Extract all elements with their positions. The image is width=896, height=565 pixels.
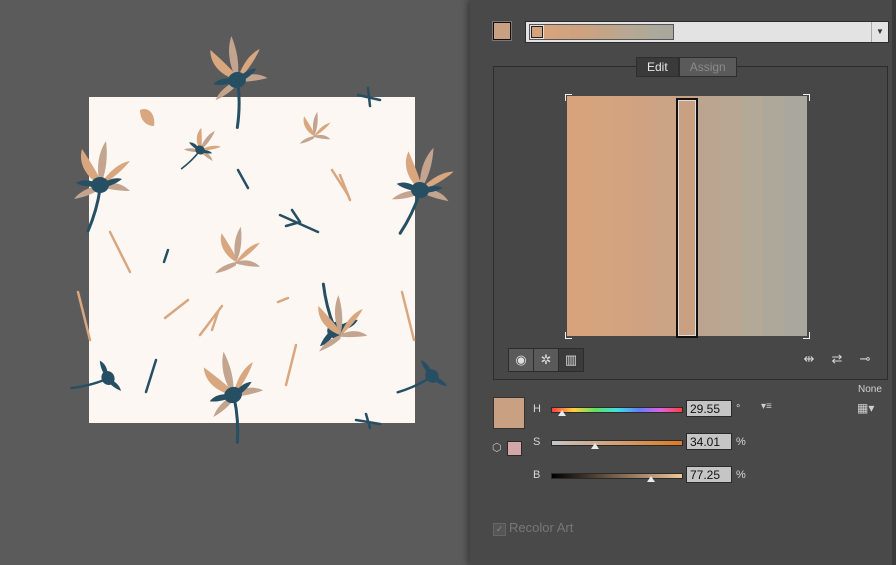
- group-color-strip: [595, 25, 609, 39]
- brightness-unit: %: [736, 469, 746, 481]
- bars-corner-tl: [565, 94, 572, 101]
- color-library-label: None: [858, 384, 882, 395]
- color-bar[interactable]: [719, 96, 742, 336]
- selected-color-bar[interactable]: [676, 98, 698, 338]
- saturation-slider-track[interactable]: [551, 440, 683, 446]
- group-color-strip: [634, 25, 648, 39]
- color-bar[interactable]: [588, 96, 611, 336]
- view-mode-buttons: ◉ ✲ ▥: [508, 348, 584, 372]
- bars-corner-tr: [803, 94, 810, 101]
- brightness-input[interactable]: 77.25: [686, 466, 732, 483]
- hue-label: H: [533, 403, 541, 415]
- color-bar[interactable]: [567, 96, 589, 336]
- saturation-label: S: [533, 436, 541, 448]
- color-editor-area: ◉ ✲ ▥ ⇹ ⇄ ⊸: [493, 66, 888, 380]
- recolor-art-label: Recolor Art: [509, 520, 574, 535]
- tab-assign[interactable]: Assign: [678, 57, 737, 77]
- group-color-strip: [544, 25, 557, 39]
- out-of-gamut-swatch[interactable]: [507, 441, 522, 456]
- panel-edge: [892, 0, 896, 565]
- smooth-color-wheel-icon[interactable]: ◉: [509, 349, 534, 371]
- brightness-row: B 77.25 %: [533, 466, 853, 486]
- color-library-icon[interactable]: ▦▾: [857, 401, 874, 415]
- edit-assign-tabs: Edit Assign: [636, 57, 737, 77]
- recolor-art-checkbox[interactable]: ✓: [493, 523, 506, 536]
- group-color-strip: [582, 25, 596, 39]
- group-color-strip: [556, 25, 570, 39]
- group-color-strip: [621, 25, 635, 39]
- harmony-tools: ⇹ ⇄ ⊸: [799, 351, 875, 367]
- color-bar[interactable]: [654, 96, 677, 336]
- group-color-strip: [608, 25, 622, 39]
- chevron-down-icon[interactable]: ▼: [871, 22, 888, 42]
- hue-slider-track[interactable]: [551, 407, 683, 413]
- floral-pattern-artwork[interactable]: [0, 0, 470, 565]
- hue-slider-thumb[interactable]: [557, 410, 566, 416]
- recolor-artwork-panel: ▼ Edit Assign ◉ ✲ ▥ ⇹ ⇄ ⊸ None ▦▾ ⬡ ▾≡ H…: [470, 0, 896, 565]
- brightness-slider-thumb[interactable]: [647, 476, 656, 482]
- color-bar[interactable]: [763, 96, 786, 336]
- saturation-unit: %: [736, 436, 746, 448]
- segmented-color-wheel-icon[interactable]: ✲: [534, 349, 559, 371]
- current-color-swatch[interactable]: [493, 22, 511, 40]
- hue-unit: °: [736, 403, 741, 415]
- color-group-dropdown[interactable]: ▼: [525, 21, 889, 43]
- color-group-preview: [529, 24, 674, 40]
- bars-corner-bl: [565, 332, 572, 339]
- color-bar[interactable]: [741, 96, 764, 336]
- randomly-change-saturation-icon[interactable]: ⇄: [827, 351, 847, 367]
- saturation-slider-thumb[interactable]: [591, 443, 600, 449]
- group-color-strip: [660, 25, 674, 39]
- color-bar[interactable]: [697, 96, 720, 336]
- active-color-swatch[interactable]: [493, 397, 525, 429]
- color-bars-icon[interactable]: ▥: [559, 349, 583, 371]
- tab-edit[interactable]: Edit: [636, 57, 679, 77]
- group-color-strip: [569, 25, 583, 39]
- hue-row: H 29.55 °: [533, 400, 853, 420]
- group-first-swatch: [531, 26, 543, 38]
- hue-input[interactable]: 29.55: [686, 400, 732, 417]
- color-bar[interactable]: [610, 96, 633, 336]
- brightness-label: B: [533, 469, 541, 481]
- randomly-change-order-icon[interactable]: ⇹: [799, 351, 819, 367]
- saturation-row: S 34.01 %: [533, 433, 853, 453]
- color-bar[interactable]: [632, 96, 655, 336]
- group-color-strip: [647, 25, 661, 39]
- saturation-input[interactable]: 34.01: [686, 433, 732, 450]
- recolor-art-checkbox-row[interactable]: ✓ Recolor Art: [493, 520, 573, 536]
- brightness-slider-track[interactable]: [551, 473, 683, 479]
- bars-corner-br: [803, 332, 810, 339]
- out-of-gamut-cube-icon[interactable]: ⬡: [492, 441, 502, 454]
- link-harmony-icon[interactable]: ⊸: [855, 351, 875, 367]
- color-bar[interactable]: [785, 96, 807, 336]
